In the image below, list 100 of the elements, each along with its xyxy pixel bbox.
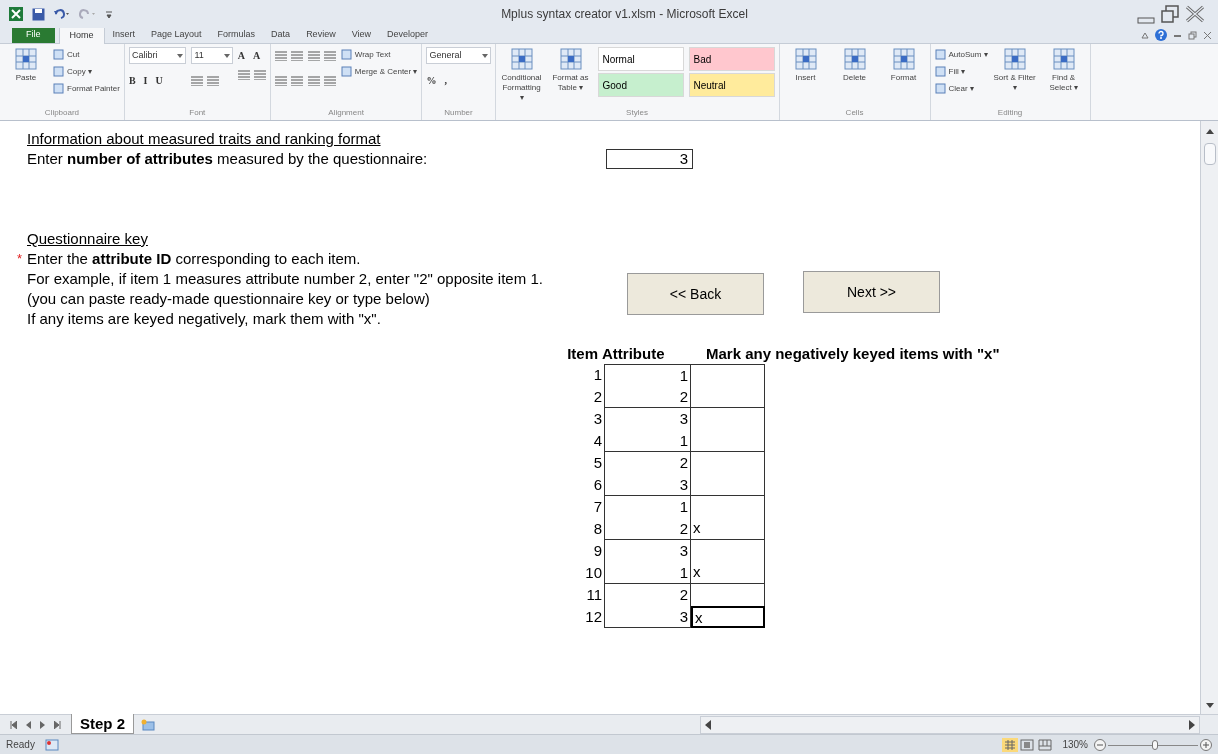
ribbon-tab[interactable]: Formulas xyxy=(209,27,264,43)
ribbon-tab[interactable]: Page Layout xyxy=(143,27,210,43)
new-sheet-icon[interactable] xyxy=(140,718,156,732)
lines-icon[interactable] xyxy=(307,50,320,61)
dropdown-arrow-icon[interactable] xyxy=(481,53,488,58)
dropdown-field[interactable]: 11 xyxy=(191,47,233,64)
square-icon[interactable] xyxy=(53,66,64,77)
lines-icon[interactable] xyxy=(191,75,204,86)
square-icon[interactable] xyxy=(934,66,946,77)
zoom-in-icon[interactable] xyxy=(1200,738,1212,751)
table-cell[interactable]: x xyxy=(691,562,765,584)
restore-icon[interactable] xyxy=(1188,30,1197,40)
ribbon-tab[interactable]: Developer xyxy=(379,27,437,43)
square-icon[interactable] xyxy=(53,49,64,60)
redo-icon[interactable] xyxy=(79,8,97,20)
ribbon-button[interactable]: Conditional Formatting ▾ xyxy=(499,47,544,103)
scroll-down-icon[interactable] xyxy=(1204,702,1215,710)
ribbon-button[interactable]: Find & Select ▾ xyxy=(1041,47,1086,93)
table-icon[interactable] xyxy=(558,47,583,71)
ribbon-button[interactable]: Delete xyxy=(832,47,877,83)
zoom-out-icon[interactable] xyxy=(1094,738,1106,751)
text-style-button[interactable]: B xyxy=(128,73,136,88)
ribbon-button[interactable]: Insert xyxy=(783,47,828,83)
table-icon[interactable] xyxy=(1002,47,1027,71)
horizontal-scrollbar[interactable] xyxy=(700,716,1200,734)
vertical-scrollbar[interactable] xyxy=(1200,121,1218,714)
ribbon-button[interactable]: Copy ▾ xyxy=(53,64,120,79)
table-cell[interactable] xyxy=(691,364,765,386)
square-icon[interactable] xyxy=(934,49,946,60)
scroll-up-icon[interactable] xyxy=(1204,127,1215,135)
cell-style-swatch[interactable]: Normal xyxy=(597,47,684,71)
table-cell[interactable] xyxy=(691,474,765,496)
zoom-level[interactable]: 130% xyxy=(1062,737,1088,752)
table-icon[interactable] xyxy=(891,47,916,71)
square-icon[interactable] xyxy=(340,66,352,77)
table-icon[interactable] xyxy=(14,47,38,71)
ribbon-tab[interactable]: Insert xyxy=(104,27,144,43)
text-style-button[interactable]: U xyxy=(155,73,163,88)
ribbon-button[interactable]: Fill ▾ xyxy=(934,64,988,79)
scroll-right-icon[interactable] xyxy=(1189,720,1195,730)
page-break-icon[interactable] xyxy=(1038,738,1053,751)
close-icon[interactable] xyxy=(1203,30,1212,40)
square-icon[interactable] xyxy=(340,49,352,60)
lines-icon[interactable] xyxy=(237,69,250,80)
lines-icon[interactable] xyxy=(274,75,287,86)
cell-style-swatch[interactable]: Good xyxy=(597,73,684,97)
scroll-left-icon[interactable] xyxy=(705,720,711,730)
text-style-button[interactable]: I xyxy=(143,73,148,88)
table-cell[interactable] xyxy=(691,386,765,408)
undo-icon[interactable] xyxy=(53,8,71,20)
last-sheet-icon[interactable] xyxy=(54,721,61,729)
ribbon-button[interactable]: Merge & Center ▾ xyxy=(340,64,418,79)
ribbon-button[interactable]: Clear ▾ xyxy=(934,81,988,96)
ribbon-button[interactable]: Format as Table ▾ xyxy=(548,47,593,93)
lines-icon[interactable] xyxy=(274,50,287,61)
dropdown-field[interactable]: Calibri xyxy=(128,47,187,64)
lines-icon[interactable] xyxy=(307,75,320,86)
number-style-button[interactable]: % xyxy=(426,73,437,88)
square-icon[interactable] xyxy=(934,83,946,94)
dropdown-arrow-icon[interactable] xyxy=(223,53,230,58)
table-cell[interactable]: x xyxy=(691,606,765,628)
dropdown-arrow-icon[interactable] xyxy=(177,53,184,58)
ribbon-tab[interactable]: Data xyxy=(263,27,299,43)
first-sheet-icon[interactable] xyxy=(10,721,17,729)
ribbon-button[interactable]: Format xyxy=(881,47,926,83)
page-layout-icon[interactable] xyxy=(1020,738,1035,751)
ribbon-button[interactable]: Sort & Filter ▾ xyxy=(992,47,1037,93)
table-icon[interactable] xyxy=(1051,47,1076,71)
lines-icon[interactable] xyxy=(207,75,220,86)
back-button[interactable]: << Back xyxy=(627,273,764,315)
cell-style-swatch[interactable]: Neutral xyxy=(688,73,775,97)
cell-style-swatch[interactable]: Bad xyxy=(688,47,775,71)
ribbon-button[interactable]: Format Painter xyxy=(53,81,120,96)
table-cell[interactable]: x xyxy=(691,518,765,540)
input-field[interactable]: 3 xyxy=(606,149,693,169)
customize-icon[interactable] xyxy=(105,8,113,20)
square-icon[interactable] xyxy=(53,83,64,94)
font-size-button[interactable]: A xyxy=(253,48,261,63)
table-cell[interactable] xyxy=(691,430,765,452)
sheet-tab[interactable]: Step 2 xyxy=(71,714,134,734)
number-style-button[interactable]: , xyxy=(444,73,447,88)
ribbon-button[interactable]: Paste xyxy=(4,47,48,83)
lines-icon[interactable] xyxy=(290,75,303,86)
table-icon[interactable] xyxy=(793,47,818,71)
spreadsheet-icon[interactable] xyxy=(8,6,24,22)
dropdown-field[interactable]: General xyxy=(426,47,491,64)
previous-sheet-icon[interactable] xyxy=(26,721,31,729)
ribbon-tab[interactable]: View xyxy=(343,27,379,43)
save-icon[interactable] xyxy=(32,7,45,21)
lines-icon[interactable] xyxy=(323,75,336,86)
zoom-slider[interactable] xyxy=(1108,738,1198,751)
scroll-thumb[interactable] xyxy=(1203,143,1216,165)
table-icon[interactable] xyxy=(842,47,867,71)
collapse-ribbon-icon[interactable] xyxy=(1141,31,1149,39)
close-icon[interactable] xyxy=(1184,4,1206,24)
ribbon-button[interactable]: AutoSum ▾ xyxy=(934,47,988,62)
lines-icon[interactable] xyxy=(323,50,336,61)
lines-icon[interactable] xyxy=(290,50,303,61)
ribbon-button[interactable]: Cut xyxy=(53,47,120,62)
macro-record-icon[interactable] xyxy=(44,738,59,751)
